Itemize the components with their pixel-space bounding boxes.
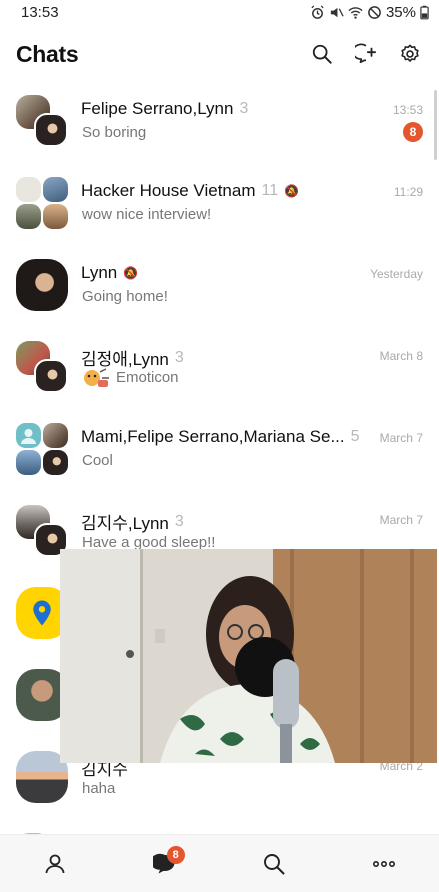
page-title: Chats [16,40,79,67]
chat-name: Felipe Serrano,Lynn 3 [81,99,249,118]
search-icon[interactable] [311,43,333,65]
avatar [16,177,68,229]
do-not-disturb-icon [368,5,381,19]
nav-more[interactable] [364,844,404,884]
mute-icon [330,7,344,17]
header-actions [311,43,423,65]
nav-search[interactable] [254,844,294,884]
nav-friends[interactable] [35,844,75,884]
chat-preview: Cool [82,452,113,469]
chat-name: 김지수,Lynn 3 [81,512,184,534]
chat-name: Hacker House Vietnam 11 🔕 [81,181,300,200]
member-count: 3 [239,100,249,117]
muted-bell-icon: 🔕 [123,266,139,280]
more-icon [373,860,396,867]
chat-time: 11:29 [393,185,423,199]
alarm-icon [311,4,324,19]
avatar [16,95,68,147]
chat-time: Yesterday [370,267,423,281]
status-icons: 35% [310,4,429,21]
header: Chats [0,32,439,76]
chat-time: March 8 [379,349,423,363]
member-count: 5 [350,428,360,445]
new-chat-icon[interactable] [355,43,377,65]
chat-name: Lynn 🔕 [81,263,139,282]
friends-icon [45,854,65,873]
chat-preview: So boring [82,124,147,141]
chat-preview: wow nice interview! [82,206,212,223]
scrollbar[interactable] [434,90,437,160]
bottom-nav: 8 [0,834,439,892]
avatar [16,423,68,475]
nav-chats[interactable]: 8 [145,844,185,884]
muted-bell-icon: 🔕 [284,184,300,198]
webcam-video-frame [60,549,437,763]
search-icon [264,853,285,874]
unread-badge: 8 [403,122,423,142]
chat-row[interactable]: Felipe Serrano,Lynn 3 So boring 13:53 8 [0,84,439,164]
chat-row[interactable]: 김정애,Lynn 3 Emoticon March 8 [0,330,439,410]
chat-row[interactable]: Hacker House Vietnam 11 🔕 wow nice intervi… [0,166,439,246]
chat-preview: haha [82,780,116,797]
status-bar: 13:53 35% [0,0,439,24]
chat-time: 13:53 [392,103,423,117]
member-count: 11 [261,182,279,199]
chat-name: Mami,Felipe Serrano,Mariana Se... 5 [81,427,360,446]
avatar [16,259,68,311]
wifi-icon [348,6,363,19]
settings-icon[interactable] [399,43,421,65]
member-count: 3 [174,348,184,366]
chat-preview: Going home! [82,288,168,305]
chat-row[interactable]: Lynn 🔕 Going home! Yesterday [0,248,439,328]
chat-row[interactable] [0,822,439,834]
emoticon-sticker-icon [84,368,109,387]
battery-icon [420,5,429,19]
video-overlay[interactable] [60,549,437,763]
member-count: 3 [174,512,184,530]
location-pin-icon [33,600,51,626]
chat-row[interactable]: Mami,Felipe Serrano,Mariana Se... 5 Cool … [0,412,439,492]
status-time: 13:53 [21,3,59,21]
chat-time: March 7 [379,431,423,445]
battery-percent: 35% [385,3,416,21]
chat-time: March 7 [379,513,423,527]
chat-preview: Emoticon [82,366,179,390]
chats-badge: 8 [166,845,185,864]
avatar [16,341,68,393]
